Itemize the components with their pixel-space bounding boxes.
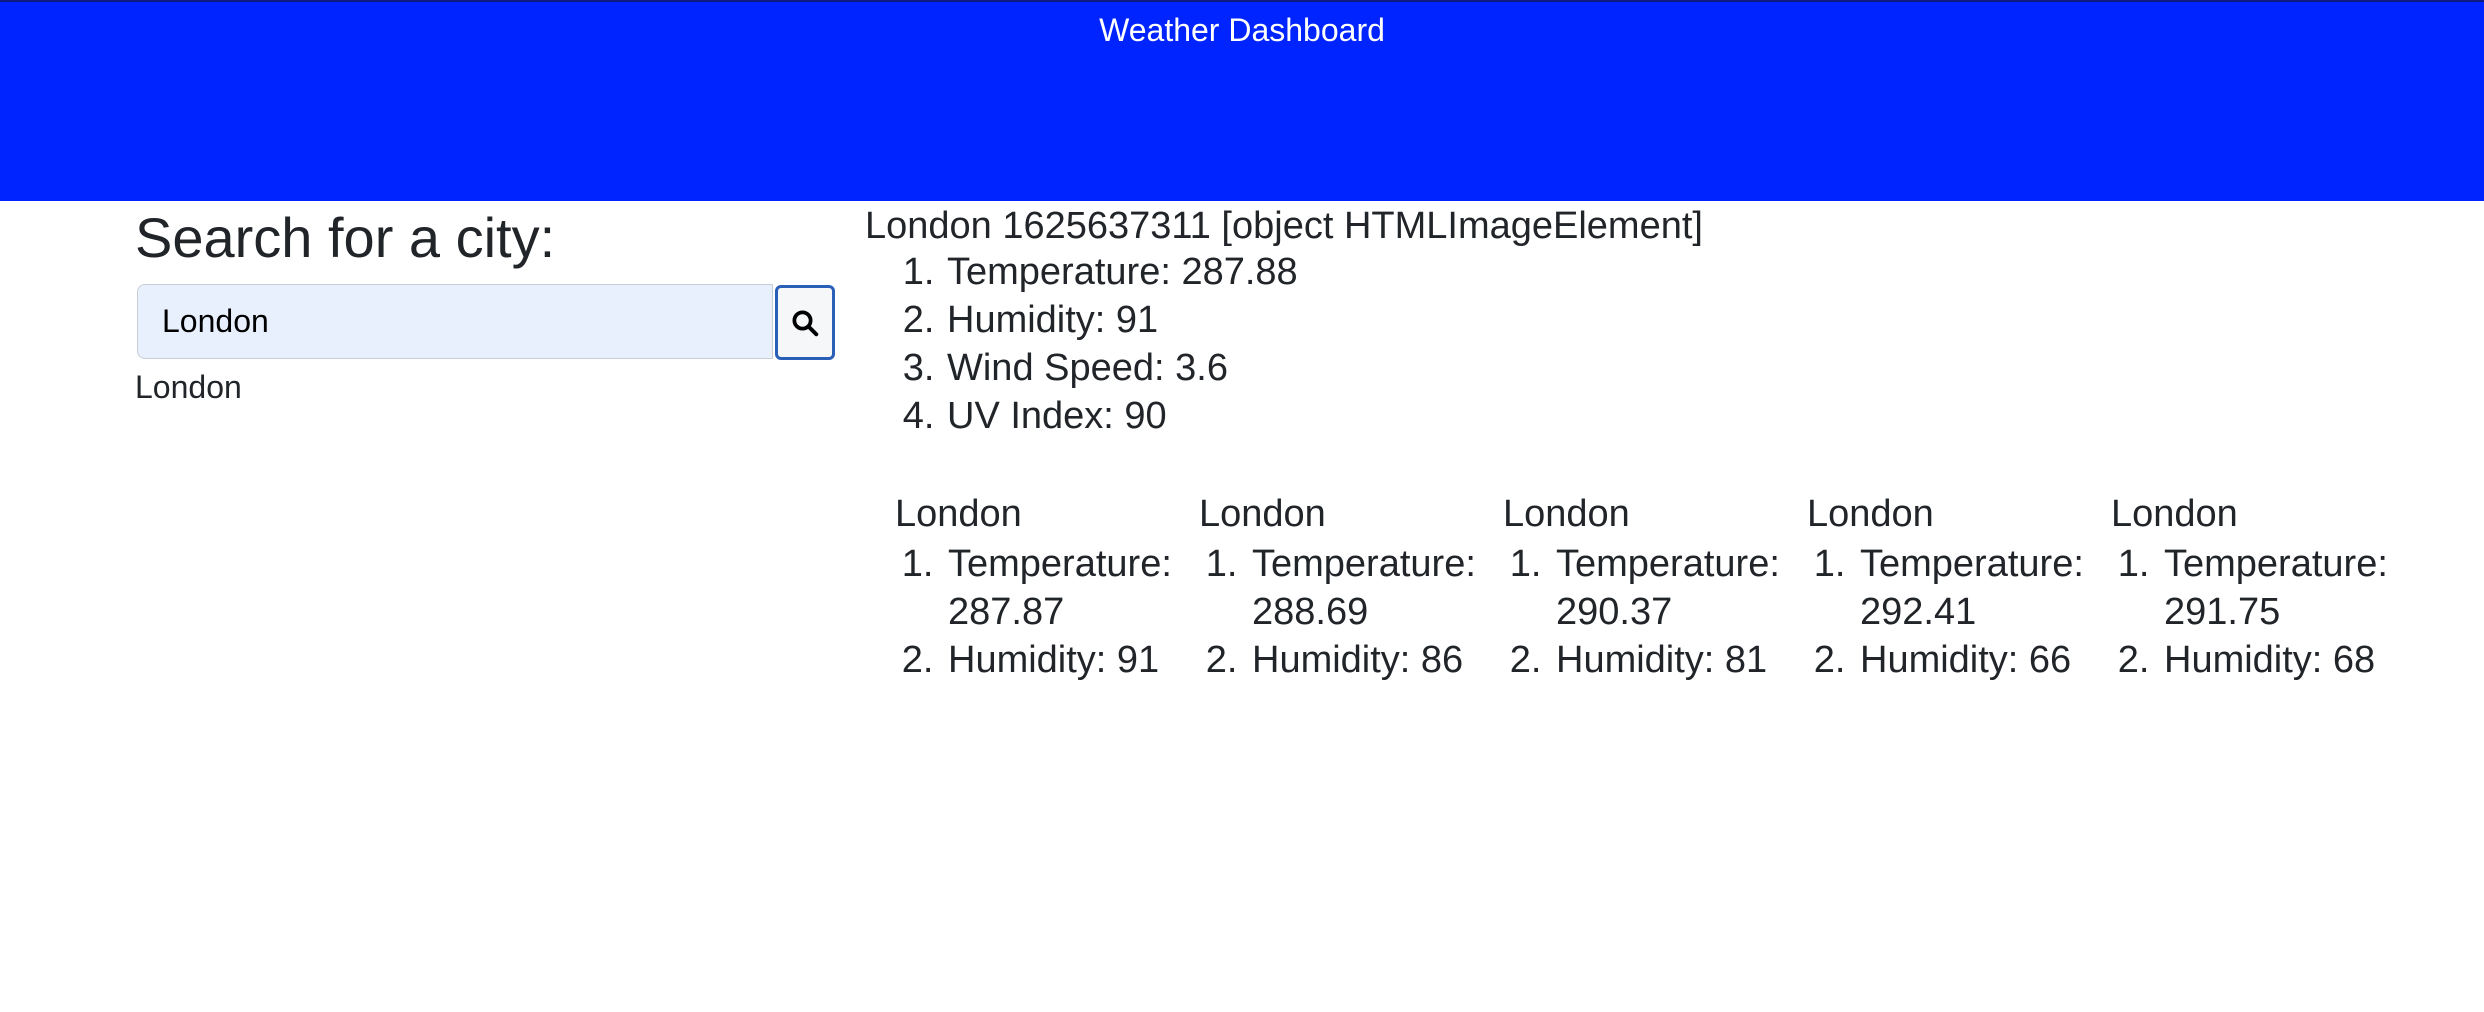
forecast-humidity: Humidity: 91 [944, 636, 1165, 684]
forecast-card: London Temperature: 290.37 Humidity: 81 [1473, 488, 1780, 684]
city-search-input[interactable] [137, 284, 773, 359]
page-header: Weather Dashboard [0, 0, 2484, 201]
forecast-city: London [1807, 493, 1934, 535]
search-heading: Search for a city: [135, 206, 556, 269]
forecast-temperature: Temperature: 291.75 [2160, 540, 2388, 636]
forecast-list: Temperature: 291.75 Humidity: 68 [2081, 540, 2388, 684]
search-icon [792, 310, 819, 336]
forecast-city: London [1199, 493, 1326, 535]
forecast-list: Temperature: 287.87 Humidity: 91 [865, 540, 1172, 684]
current-uv-index: UV Index: 90 [945, 392, 1298, 440]
page-title: Weather Dashboard [1099, 12, 1385, 48]
forecast-humidity: Humidity: 66 [1856, 636, 2077, 684]
forecast-temperature: Temperature: 288.69 [1248, 540, 1476, 636]
current-temperature: Temperature: 287.88 [945, 248, 1298, 296]
forecast-card: London Temperature: 292.41 Humidity: 66 [1777, 488, 2084, 684]
forecast-card: London Temperature: 287.87 Humidity: 91 [865, 488, 1172, 684]
search-history-item[interactable]: London [135, 367, 242, 407]
current-weather-list: Temperature: 287.88 Humidity: 91 Wind Sp… [898, 248, 1298, 440]
forecast-humidity: Humidity: 68 [2160, 636, 2381, 684]
forecast-temperature: Temperature: 292.41 [1856, 540, 2084, 636]
forecast-card: London Temperature: 291.75 Humidity: 68 [2081, 488, 2388, 684]
forecast-card: London Temperature: 288.69 Humidity: 86 [1169, 488, 1476, 684]
forecast-temperature: Temperature: 287.87 [944, 540, 1172, 636]
current-weather-title: London 1625637311 [object HTMLImageEleme… [865, 205, 1703, 247]
forecast-humidity: Humidity: 86 [1248, 636, 1469, 684]
forecast-temperature: Temperature: 290.37 [1552, 540, 1780, 636]
forecast-city: London [895, 493, 1022, 535]
current-wind-speed: Wind Speed: 3.6 [945, 344, 1298, 392]
forecast-list: Temperature: 292.41 Humidity: 66 [1777, 540, 2084, 684]
forecast-city: London [2111, 493, 2238, 535]
current-humidity: Humidity: 91 [945, 296, 1298, 344]
forecast-list: Temperature: 288.69 Humidity: 86 [1169, 540, 1476, 684]
search-button[interactable] [775, 285, 835, 360]
forecast-list: Temperature: 290.37 Humidity: 81 [1473, 540, 1780, 684]
forecast-humidity: Humidity: 81 [1552, 636, 1773, 684]
forecast-city: London [1503, 493, 1630, 535]
